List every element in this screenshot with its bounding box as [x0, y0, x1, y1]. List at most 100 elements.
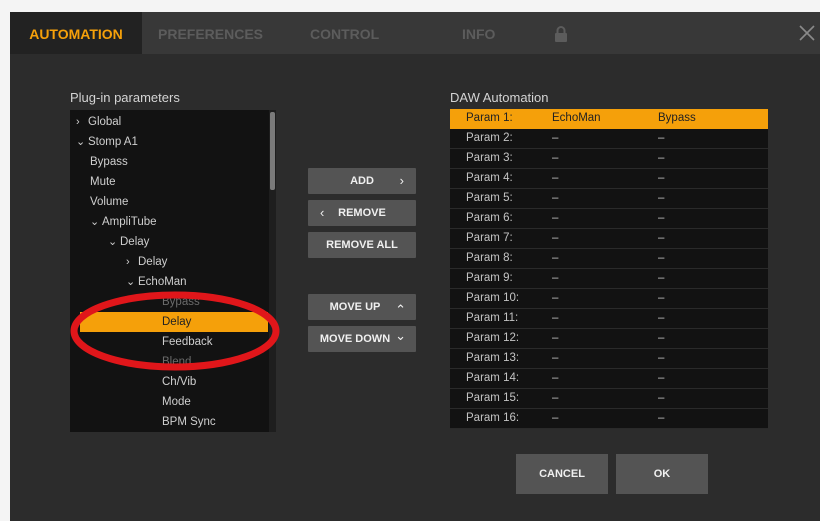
plugin-parameters-title: Plug-in parameters	[70, 90, 180, 105]
move-down-button[interactable]: MOVE DOWN ⌄	[308, 326, 416, 352]
chevron-right-icon[interactable]: ›	[126, 252, 138, 272]
tree-item[interactable]: ⌄ Stomp A1	[70, 132, 268, 152]
chevron-down-icon: ⌄	[395, 328, 406, 343]
chevron-down-icon[interactable]: ⌄	[126, 272, 138, 292]
daw-automation-row[interactable]: Param 16: – –	[450, 409, 768, 429]
tree-item[interactable]: Bypass	[70, 152, 268, 172]
daw-automation-row[interactable]: Param 7: – –	[450, 229, 768, 249]
daw-parameter-name: –	[658, 192, 665, 204]
daw-param-name: Param 13:	[466, 352, 520, 364]
close-icon[interactable]	[798, 24, 816, 42]
daw-automation-row[interactable]: Param 11: – –	[450, 309, 768, 329]
tree-item-label: Mode	[162, 396, 191, 408]
tree-item[interactable]: › Delay	[70, 252, 268, 272]
daw-plugin-name: –	[552, 172, 559, 184]
tree-item[interactable]: ⌄ EchoMan	[70, 272, 268, 292]
tree-item-label: Feedback	[162, 336, 213, 348]
cancel-button[interactable]: CANCEL	[516, 454, 608, 494]
tree-item-label: EchoMan	[138, 276, 187, 288]
daw-automation-row[interactable]: Param 3: – –	[450, 149, 768, 169]
daw-parameter-name: –	[658, 152, 665, 164]
daw-parameter-name: –	[658, 332, 665, 344]
daw-param-name: Param 3:	[466, 152, 513, 164]
move-up-button-label: MOVE UP	[329, 301, 381, 313]
daw-parameter-name: –	[658, 372, 665, 384]
tree-item[interactable]: BPM Sync	[70, 412, 268, 432]
daw-plugin-name: EchoMan	[552, 112, 601, 124]
daw-automation-row[interactable]: Param 13: – –	[450, 349, 768, 369]
daw-parameter-name: –	[658, 132, 665, 144]
tree-item-label: AmpliTube	[102, 216, 157, 228]
add-button-label: ADD	[350, 175, 374, 187]
tree-item[interactable]: Ch/Vib	[70, 372, 268, 392]
chevron-right-icon[interactable]: ›	[76, 112, 88, 132]
tree-item[interactable]: ⌄ AmpliTube	[70, 212, 268, 232]
daw-plugin-name: –	[552, 412, 559, 424]
tree-item[interactable]: Volume	[70, 192, 268, 212]
chevron-right-icon: ›	[399, 173, 404, 188]
daw-plugin-name: –	[552, 132, 559, 144]
daw-plugin-name: –	[552, 212, 559, 224]
daw-param-name: Param 14:	[466, 372, 520, 384]
tree-item[interactable]: Mute	[70, 172, 268, 192]
tree-item[interactable]: ⌄ Delay	[70, 232, 268, 252]
daw-parameter-name: –	[658, 392, 665, 404]
chevron-left-icon: ‹	[320, 205, 325, 220]
daw-parameter-name: –	[658, 312, 665, 324]
daw-parameter-name: –	[658, 232, 665, 244]
daw-param-name: Param 7:	[466, 232, 513, 244]
tree-item[interactable]: Feedback	[70, 332, 268, 352]
tab-automation[interactable]: AUTOMATION	[10, 12, 142, 54]
daw-automation-row[interactable]: Param 8: – –	[450, 249, 768, 269]
ok-button[interactable]: OK	[616, 454, 708, 494]
chevron-down-icon[interactable]: ⌄	[108, 232, 120, 252]
daw-automation-row[interactable]: Param 1: EchoMan Bypass	[450, 109, 768, 129]
tree-item-label: Delay	[138, 256, 168, 268]
tab-control[interactable]: CONTROL	[310, 12, 379, 54]
tree-item-label: Bypass	[162, 296, 200, 308]
tree-item-label: Bypass	[90, 156, 128, 168]
daw-plugin-name: –	[552, 372, 559, 384]
daw-automation-row[interactable]: Param 9: – –	[450, 269, 768, 289]
chevron-down-icon[interactable]: ⌄	[76, 132, 88, 152]
daw-param-name: Param 10:	[466, 292, 520, 304]
tab-info[interactable]: INFO	[462, 12, 495, 54]
tree-item[interactable]: Bypass	[70, 292, 268, 312]
tree-item[interactable]: Blend	[70, 352, 268, 372]
tree-item-label: Stomp A1	[88, 136, 138, 148]
chevron-down-icon[interactable]: ⌄	[90, 212, 102, 232]
daw-param-name: Param 6:	[466, 212, 513, 224]
remove-all-button[interactable]: REMOVE ALL	[308, 232, 416, 258]
tree-item-label: Mute	[90, 176, 116, 188]
tree-item[interactable]: Delay	[80, 312, 268, 332]
tree-item[interactable]: › Global	[70, 112, 268, 132]
move-down-button-label: MOVE DOWN	[319, 333, 391, 345]
daw-param-name: Param 8:	[466, 252, 513, 264]
daw-automation-row[interactable]: Param 2: – –	[450, 129, 768, 149]
move-up-button[interactable]: MOVE UP ⌃	[308, 294, 416, 320]
daw-automation-row[interactable]: Param 4: – –	[450, 169, 768, 189]
daw-automation-row[interactable]: Param 12: – –	[450, 329, 768, 349]
daw-automation-row[interactable]: Param 10: – –	[450, 289, 768, 309]
daw-plugin-name: –	[552, 152, 559, 164]
remove-button[interactable]: ‹ REMOVE	[308, 200, 416, 226]
daw-plugin-name: –	[552, 352, 559, 364]
daw-automation-row[interactable]: Param 15: – –	[450, 389, 768, 409]
tree-scrollbar-thumb[interactable]	[270, 112, 275, 190]
daw-parameter-name: –	[658, 272, 665, 284]
plugin-parameter-tree: › Global ⌄ Stomp A1 Bypass Mute Volume ⌄ AmpliTu…	[70, 110, 276, 432]
lock-icon	[555, 26, 567, 42]
daw-automation-row[interactable]: Param 14: – –	[450, 369, 768, 389]
daw-param-name: Param 11:	[466, 312, 519, 324]
tab-preferences[interactable]: PREFERENCES	[158, 12, 263, 54]
automation-window: AUTOMATION PREFERENCES CONTROL INFO Plug…	[10, 12, 820, 521]
tree-scrollbar[interactable]	[269, 110, 276, 432]
remove-button-label: REMOVE	[338, 207, 386, 219]
daw-plugin-name: –	[552, 252, 559, 264]
tree-item[interactable]: Mode	[70, 392, 268, 412]
daw-automation-row[interactable]: Param 5: – –	[450, 189, 768, 209]
tab-bar: AUTOMATION PREFERENCES CONTROL INFO	[10, 12, 820, 54]
daw-param-name: Param 1:	[466, 112, 513, 124]
add-button[interactable]: ADD ›	[308, 168, 416, 194]
daw-automation-row[interactable]: Param 6: – –	[450, 209, 768, 229]
